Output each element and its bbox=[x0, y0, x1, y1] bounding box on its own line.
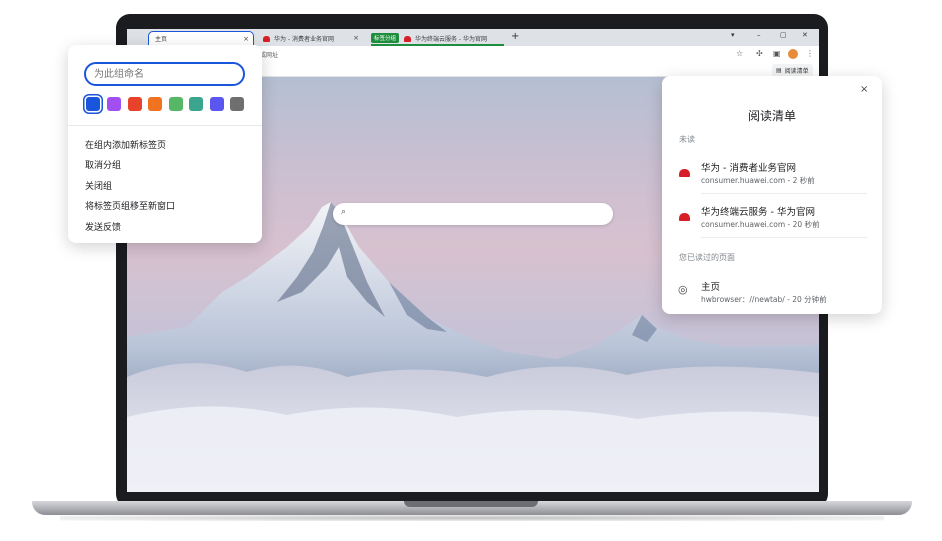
marketing-stage: 主页 × 华为 - 消费者业务官网 × 标签分组 华为终端云服务 - 华为官网 … bbox=[0, 0, 942, 541]
color-swatch-grey[interactable] bbox=[230, 97, 244, 111]
huawei-logo-icon bbox=[679, 169, 690, 177]
reading-list-panel: × 阅读清单 未读 华为 - 消费者业务官网 consumer.huawei.c… bbox=[662, 76, 882, 314]
menu-close-group[interactable]: 关闭组 bbox=[85, 179, 112, 192]
color-swatch-indigo[interactable] bbox=[210, 97, 224, 111]
reading-list-item[interactable]: ◎ 主页 hwbrowser：//newtab/ - 20 分钟前 bbox=[678, 279, 867, 317]
tab-title: 华为终端云服务 - 华为官网 bbox=[415, 36, 487, 43]
menu-add-tab-to-group[interactable]: 在组内添加新标签页 bbox=[85, 138, 166, 151]
close-icon[interactable]: × bbox=[243, 35, 249, 43]
item-title: 华为终端云服务 - 华为官网 bbox=[701, 207, 815, 218]
item-divider bbox=[701, 237, 867, 238]
item-divider bbox=[701, 193, 867, 194]
unread-section-label: 未读 bbox=[679, 135, 695, 144]
color-swatch-green[interactable] bbox=[169, 97, 183, 111]
reading-list-button-label: 阅读清单 bbox=[784, 68, 809, 75]
window-close-icon[interactable]: ✕ bbox=[802, 31, 808, 39]
reading-list-icon: ▤ bbox=[776, 67, 782, 74]
restore-icon[interactable]: ▢ bbox=[780, 31, 787, 39]
item-meta: hwbrowser：//newtab/ - 20 分钟前 bbox=[701, 295, 827, 304]
color-swatch-purple[interactable] bbox=[107, 97, 121, 111]
huawei-logo-icon bbox=[679, 213, 690, 221]
tab-title: 华为 - 消费者业务官网 bbox=[274, 36, 334, 43]
tab-home[interactable]: 主页 × bbox=[148, 31, 254, 46]
tab-search-icon[interactable]: ▾ bbox=[731, 31, 735, 39]
tab-group-chip[interactable]: 标签分组 bbox=[371, 33, 400, 43]
tab-title: 主页 bbox=[155, 36, 168, 43]
close-icon[interactable]: × bbox=[353, 34, 359, 42]
color-swatch-blue[interactable] bbox=[86, 97, 100, 111]
read-section-label: 您已读过的页面 bbox=[679, 253, 735, 262]
new-tab-button[interactable]: + bbox=[511, 31, 519, 42]
menu-move-group-new-window[interactable]: 将标签页组移至新窗口 bbox=[85, 199, 175, 212]
menu-divider bbox=[68, 125, 262, 126]
item-title: 主页 bbox=[701, 282, 721, 293]
reading-list-title: 阅读清单 bbox=[747, 109, 796, 123]
avatar[interactable] bbox=[788, 49, 798, 59]
menu-ungroup[interactable]: 取消分组 bbox=[85, 158, 121, 171]
huawei-logo-icon bbox=[404, 35, 411, 42]
search-icon: ⌕ bbox=[341, 207, 347, 217]
item-meta: consumer.huawei.com - 2 秒前 bbox=[701, 176, 815, 185]
menu-icon[interactable]: ⋮ bbox=[806, 49, 814, 58]
group-name-input[interactable] bbox=[84, 62, 245, 86]
omnibox[interactable]: 或网址 bbox=[260, 50, 278, 59]
ntp-search-box[interactable]: ⌕ bbox=[333, 203, 613, 225]
extensions-icon[interactable]: ✣ bbox=[756, 49, 763, 58]
item-title: 华为 - 消费者业务官网 bbox=[701, 163, 796, 174]
huawei-logo-icon bbox=[263, 35, 270, 42]
laptop-shadow bbox=[60, 515, 884, 521]
color-swatch-orange[interactable] bbox=[148, 97, 162, 111]
globe-icon: ◎ bbox=[678, 283, 688, 296]
tab-huawei-consumer[interactable]: 华为 - 消费者业务官网 × bbox=[257, 31, 363, 46]
color-swatch-teal[interactable] bbox=[189, 97, 203, 111]
extension-icon[interactable]: ▣ bbox=[773, 49, 781, 58]
star-icon[interactable]: ☆ bbox=[736, 49, 743, 58]
item-meta: consumer.huawei.com - 20 秒前 bbox=[701, 220, 820, 229]
close-icon[interactable]: × bbox=[860, 84, 868, 95]
color-swatch-red[interactable] bbox=[128, 97, 142, 111]
tab-group-editor: 在组内添加新标签页 取消分组 关闭组 将标签页组移至新窗口 发送反馈 bbox=[68, 45, 262, 243]
menu-send-feedback[interactable]: 发送反馈 bbox=[85, 220, 121, 233]
laptop-hinge-notch bbox=[404, 501, 538, 507]
tab-strip: 主页 × 华为 - 消费者业务官网 × 标签分组 华为终端云服务 - 华为官网 … bbox=[127, 29, 819, 46]
minimize-icon[interactable]: – bbox=[757, 31, 761, 39]
